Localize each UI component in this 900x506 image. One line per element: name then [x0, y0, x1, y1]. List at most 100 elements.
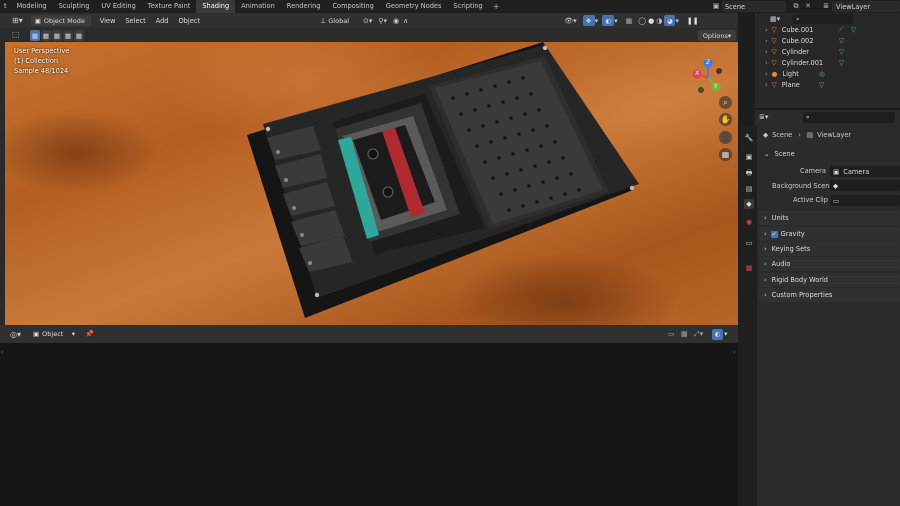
- rigid-body-world-panel[interactable]: › Rigid Body World: [759, 273, 900, 287]
- editor-type-icon[interactable]: ⊞▾: [12, 16, 23, 25]
- 3d-viewport[interactable]: User Perspective (1) Collection Sample 4…: [5, 42, 738, 325]
- select-tool-icon[interactable]: ⬚: [12, 30, 20, 39]
- menu-select[interactable]: Select: [120, 17, 150, 25]
- options-dropdown[interactable]: Options ▾: [698, 30, 736, 41]
- units-panel[interactable]: › Units: [759, 211, 900, 225]
- shading-dropdown-icon[interactable]: ▾: [675, 17, 679, 25]
- list-item[interactable]: › ● Light ◎: [765, 68, 825, 79]
- pause-icon[interactable]: ❚❚: [687, 17, 699, 25]
- object-icon: ▽: [771, 25, 777, 34]
- shading-wire-icon[interactable]: ◯: [638, 17, 646, 25]
- expand-icon[interactable]: ›: [765, 59, 768, 67]
- menu-view[interactable]: View: [95, 17, 121, 25]
- tab-geometry-nodes[interactable]: Geometry Nodes: [380, 0, 448, 13]
- tab-rendering[interactable]: Rendering: [281, 0, 327, 13]
- list-item[interactable]: › ▽ Cylinder ▽: [765, 46, 844, 57]
- snap-icon[interactable]: ⚲▾: [378, 17, 387, 25]
- active-clip-field[interactable]: ▭: [830, 195, 900, 206]
- shading-solid-icon[interactable]: ●: [648, 17, 654, 25]
- proportional-icon[interactable]: ◉: [393, 17, 399, 25]
- tab-animation[interactable]: Animation: [235, 0, 281, 13]
- camera-view-icon[interactable]: 🎥: [719, 131, 732, 144]
- list-item[interactable]: › ▽ Cube.001 ⟋ ▽: [765, 24, 856, 35]
- custom-properties-panel[interactable]: › Custom Properties: [759, 288, 900, 302]
- add-workspace-button[interactable]: +: [489, 2, 504, 11]
- zoom-icon[interactable]: ⌕: [719, 96, 732, 109]
- display-mode-icon[interactable]: ▦▾: [770, 15, 780, 23]
- overlay-toggle[interactable]: ◐: [602, 15, 615, 26]
- world-tab-icon[interactable]: ◉: [744, 217, 754, 227]
- gravity-panel[interactable]: › ✓ Gravity: [759, 227, 900, 241]
- properties-search[interactable]: ⌕: [803, 112, 895, 123]
- expand-icon[interactable]: ›: [765, 48, 768, 56]
- camera-field[interactable]: ▣ Camera: [830, 166, 900, 177]
- pivot-icon[interactable]: ⊙▾: [363, 17, 372, 25]
- zoom-fit-icon[interactable]: ⤢▾: [694, 330, 703, 339]
- list-item[interactable]: › ▽ Plane ▽: [765, 79, 824, 90]
- object-type-dropdown[interactable]: ▣ Object ▾: [29, 328, 79, 340]
- tab-sculpting[interactable]: Sculpting: [53, 0, 96, 13]
- ortho-grid-icon[interactable]: ▦: [719, 148, 732, 161]
- shading-rendered-button[interactable]: ◕: [664, 15, 676, 26]
- tab-uv-editing[interactable]: UV Editing: [95, 0, 141, 13]
- visibility-icon[interactable]: 👁▾: [564, 17, 576, 25]
- select-mode-intersect[interactable]: ▦: [74, 30, 84, 41]
- background-scene-field[interactable]: ◆: [830, 180, 900, 191]
- menu-add[interactable]: Add: [151, 17, 174, 25]
- tab-shading[interactable]: Shading: [196, 0, 236, 13]
- overlay-dropdown-bottom-icon[interactable]: ▾: [724, 330, 728, 338]
- outliner-search[interactable]: ⌕: [793, 14, 853, 24]
- audio-panel[interactable]: › Audio: [759, 257, 900, 271]
- tab-texture-paint[interactable]: Texture Paint: [142, 0, 197, 13]
- expand-icon[interactable]: ›: [765, 70, 768, 78]
- scene-panel-header[interactable]: ⌄ Scene: [759, 147, 900, 161]
- mesh-data-icon: ▽: [839, 58, 845, 67]
- collection-tab-icon[interactable]: ▭: [744, 238, 754, 248]
- copy-icon[interactable]: ⧉: [792, 2, 800, 10]
- gizmo-dropdown-icon[interactable]: ▾: [595, 17, 599, 25]
- select-mode-extend[interactable]: ▦: [41, 30, 51, 41]
- snap-icon-bottom[interactable]: ▦: [681, 330, 688, 338]
- tab-layout[interactable]: t: [0, 0, 11, 13]
- shading-material-icon[interactable]: ◑: [656, 17, 662, 25]
- select-mode-new[interactable]: ▦: [30, 30, 40, 41]
- list-item[interactable]: › ▽ Cylinder.001 ▽: [765, 57, 844, 68]
- collapse-right-icon[interactable]: ‹: [733, 349, 735, 356]
- pan-hand-icon[interactable]: ✋: [719, 113, 732, 126]
- select-mode-subtract[interactable]: ▦: [52, 30, 62, 41]
- scene-selector[interactable]: Scene: [722, 1, 786, 12]
- shader-editor-canvas[interactable]: ‹ ‹: [0, 343, 738, 506]
- tab-modeling[interactable]: Modeling: [11, 0, 53, 13]
- xray-icon[interactable]: ▦: [626, 17, 633, 25]
- properties-editor-icon[interactable]: ≣▾: [759, 113, 768, 121]
- list-item[interactable]: › ▽ Cube.002 ▽: [765, 35, 844, 46]
- outliner: › ▽ Cube.001 ⟋ ▽ › ▽ Cube.002 ▽ › ▽ Cyli…: [755, 13, 900, 108]
- pin-icon[interactable]: 📌: [85, 330, 94, 338]
- expand-icon[interactable]: ›: [765, 26, 768, 34]
- orientation-dropdown[interactable]: ⟂ Global: [313, 15, 357, 26]
- expand-icon[interactable]: ›: [765, 81, 768, 89]
- output-tab-icon[interactable]: 🖶: [744, 168, 754, 178]
- overlay-dropdown-icon[interactable]: ▾: [614, 17, 618, 25]
- render-tab-icon[interactable]: ▣: [744, 152, 754, 162]
- gizmo-toggle[interactable]: ✥: [582, 15, 595, 26]
- expand-icon[interactable]: ›: [765, 37, 768, 45]
- collapse-left-icon[interactable]: ‹: [1, 349, 3, 356]
- select-mode-invert[interactable]: ▦: [63, 30, 73, 41]
- mode-dropdown[interactable]: ▣ Object Mode: [30, 15, 91, 26]
- texture-tab-icon[interactable]: ▦: [744, 263, 754, 273]
- slot-icon[interactable]: ▭: [668, 330, 675, 338]
- close-icon[interactable]: ✕: [804, 2, 812, 10]
- editor-type-icon-bottom[interactable]: ◎▾: [10, 330, 21, 339]
- overlay-toggle-bottom[interactable]: ◐: [712, 328, 723, 340]
- view-layer-tab-icon[interactable]: ▤: [744, 184, 754, 194]
- menu-object[interactable]: Object: [173, 17, 204, 25]
- scene-tab-icon[interactable]: ◆: [744, 199, 754, 209]
- view-layer-selector[interactable]: ViewLayer: [832, 1, 900, 12]
- tab-compositing[interactable]: Compositing: [326, 0, 379, 13]
- keying-sets-panel[interactable]: › Keying Sets: [759, 242, 900, 256]
- gravity-checkbox[interactable]: ✓: [770, 230, 778, 238]
- tab-scripting[interactable]: Scripting: [447, 0, 488, 13]
- tool-tab-icon[interactable]: 🔧: [744, 133, 754, 143]
- falloff-icon[interactable]: ∧: [403, 17, 408, 25]
